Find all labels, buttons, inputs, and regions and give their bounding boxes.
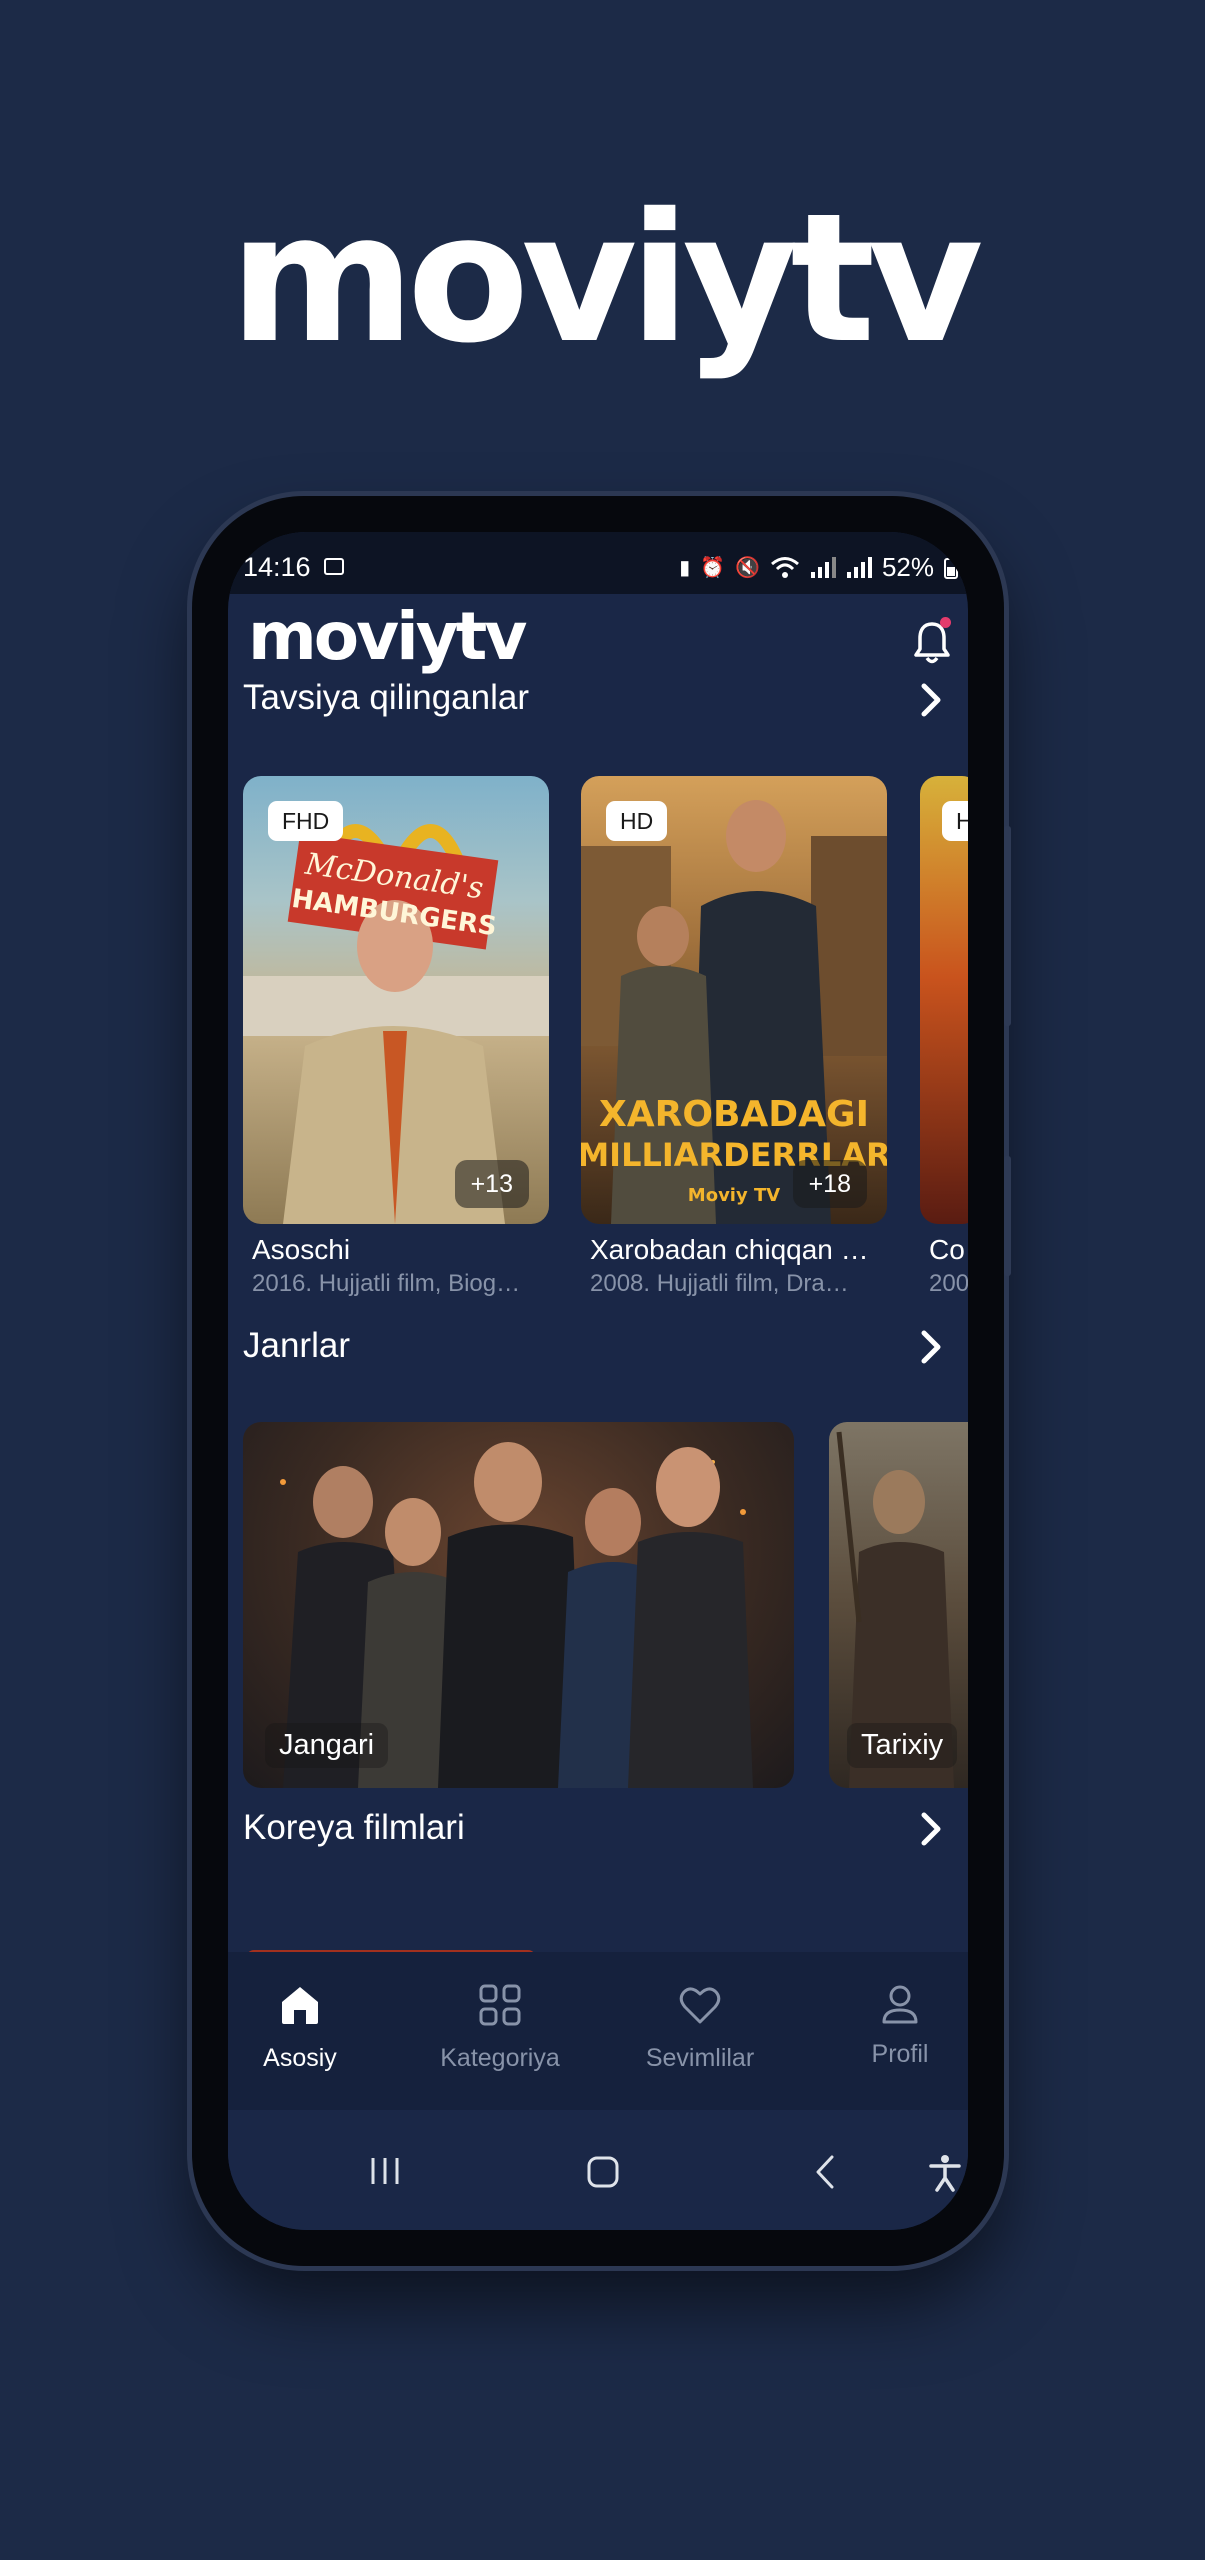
status-time: 14:16 [243, 552, 311, 582]
nav-label: Asosiy [263, 2044, 337, 2072]
movie-card[interactable]: XAROBADAGI MILLIARDERRLAR Moviy TV HD +1… [581, 776, 887, 1224]
signal-icon [810, 556, 836, 578]
nav-item-category[interactable]: Kategoriya [410, 1982, 590, 2073]
phone-side-button [1004, 826, 1011, 1026]
section-title-genres: Janrlar [243, 1326, 350, 1365]
bottom-nav: Asosiy Kategoriya Sevimlilar Profil [228, 1952, 968, 2110]
movie-card[interactable]: H [920, 776, 968, 1224]
gallery-notification-icon [324, 558, 344, 575]
system-nav-bar [228, 2110, 968, 2230]
svg-text:Moviy TV: Moviy TV [688, 1185, 780, 1206]
quality-badge: FHD [268, 801, 344, 841]
poster-artwork-text: McDonald's HAMBURGERS [290, 847, 499, 943]
svg-text:XAROBADAGI: XAROBADAGI [599, 1094, 869, 1135]
signal-icon [846, 556, 872, 578]
heart-icon [679, 1987, 721, 2024]
home-button-icon[interactable] [586, 2155, 620, 2189]
status-icons: ▮ ⏰ 🔇 52% [679, 552, 958, 583]
nav-label: Sevimlilar [645, 2044, 755, 2072]
grid-icon [479, 1984, 521, 2026]
genre-label: Tarixiy [847, 1723, 958, 1768]
nav-item-home[interactable]: Asosiy [228, 1982, 390, 2073]
nav-label: Kategoriya [440, 2044, 560, 2072]
poster-artwork-text: XAROBADAGI MILLIARDERRLAR Moviy TV [581, 1094, 887, 1206]
age-rating-badge: +18 [792, 1160, 867, 1208]
quality-badge: HD [606, 801, 668, 841]
genre-card[interactable]: Tarixiy [829, 1422, 968, 1788]
movie-title[interactable]: Xarobadan chiqqan … [590, 1234, 890, 1266]
battery-icon [944, 557, 958, 579]
back-icon[interactable] [814, 2154, 836, 2190]
movie-card[interactable]: McDonald's HAMBURGERS FHD +13 [243, 776, 549, 1224]
brand-logo: moviytv [229, 175, 984, 382]
phone-frame: 14:16 ▮ ⏰ 🔇 52% moviytv Tavsiya qilingan… [192, 496, 1011, 2266]
chevron-right-icon[interactable] [918, 1329, 944, 1365]
genre-card[interactable]: Jangari [243, 1422, 794, 1788]
movie-title[interactable]: Asoschi [252, 1234, 552, 1266]
chevron-right-icon[interactable] [918, 682, 944, 718]
nav-label: Profil [871, 2040, 929, 2068]
chevron-right-icon[interactable] [918, 1811, 944, 1847]
battery-saver-icon: ▮ [679, 557, 691, 579]
movie-title[interactable]: Co [929, 1234, 968, 1266]
section-title-recommended: Tavsiya qilinganlar [243, 678, 529, 717]
app-logo[interactable]: moviytv [248, 604, 527, 670]
accessibility-icon[interactable] [928, 2154, 962, 2192]
section-title-korean: Koreya filmlari [243, 1808, 465, 1847]
battery-percent: 52% [881, 552, 934, 582]
notification-dot [940, 617, 951, 628]
alarm-icon: ⏰ [700, 557, 726, 579]
nav-item-favorites[interactable]: Sevimlilar [610, 1982, 790, 2073]
recent-apps-icon[interactable] [368, 2156, 402, 2186]
movie-meta: 200 [929, 1270, 968, 1297]
app-screen: 14:16 ▮ ⏰ 🔇 52% moviytv Tavsiya qilingan… [228, 532, 968, 2230]
movie-meta: 2016. Hujjatli film, Biog… [252, 1270, 521, 1297]
age-rating-badge: +13 [454, 1160, 529, 1208]
genre-label: Jangari [265, 1723, 389, 1768]
mute-icon: 🔇 [735, 557, 760, 579]
movie-meta: 2008. Hujjatli film, Dra… [590, 1270, 849, 1297]
status-bar: 14:16 ▮ ⏰ 🔇 52% [228, 532, 968, 594]
quality-badge: H [942, 801, 968, 841]
nav-item-profile[interactable]: Profil [810, 1982, 968, 2069]
user-icon [882, 1985, 918, 2024]
wifi-icon [770, 556, 799, 578]
home-icon [282, 1987, 318, 2024]
phone-side-button [1004, 1156, 1011, 1276]
